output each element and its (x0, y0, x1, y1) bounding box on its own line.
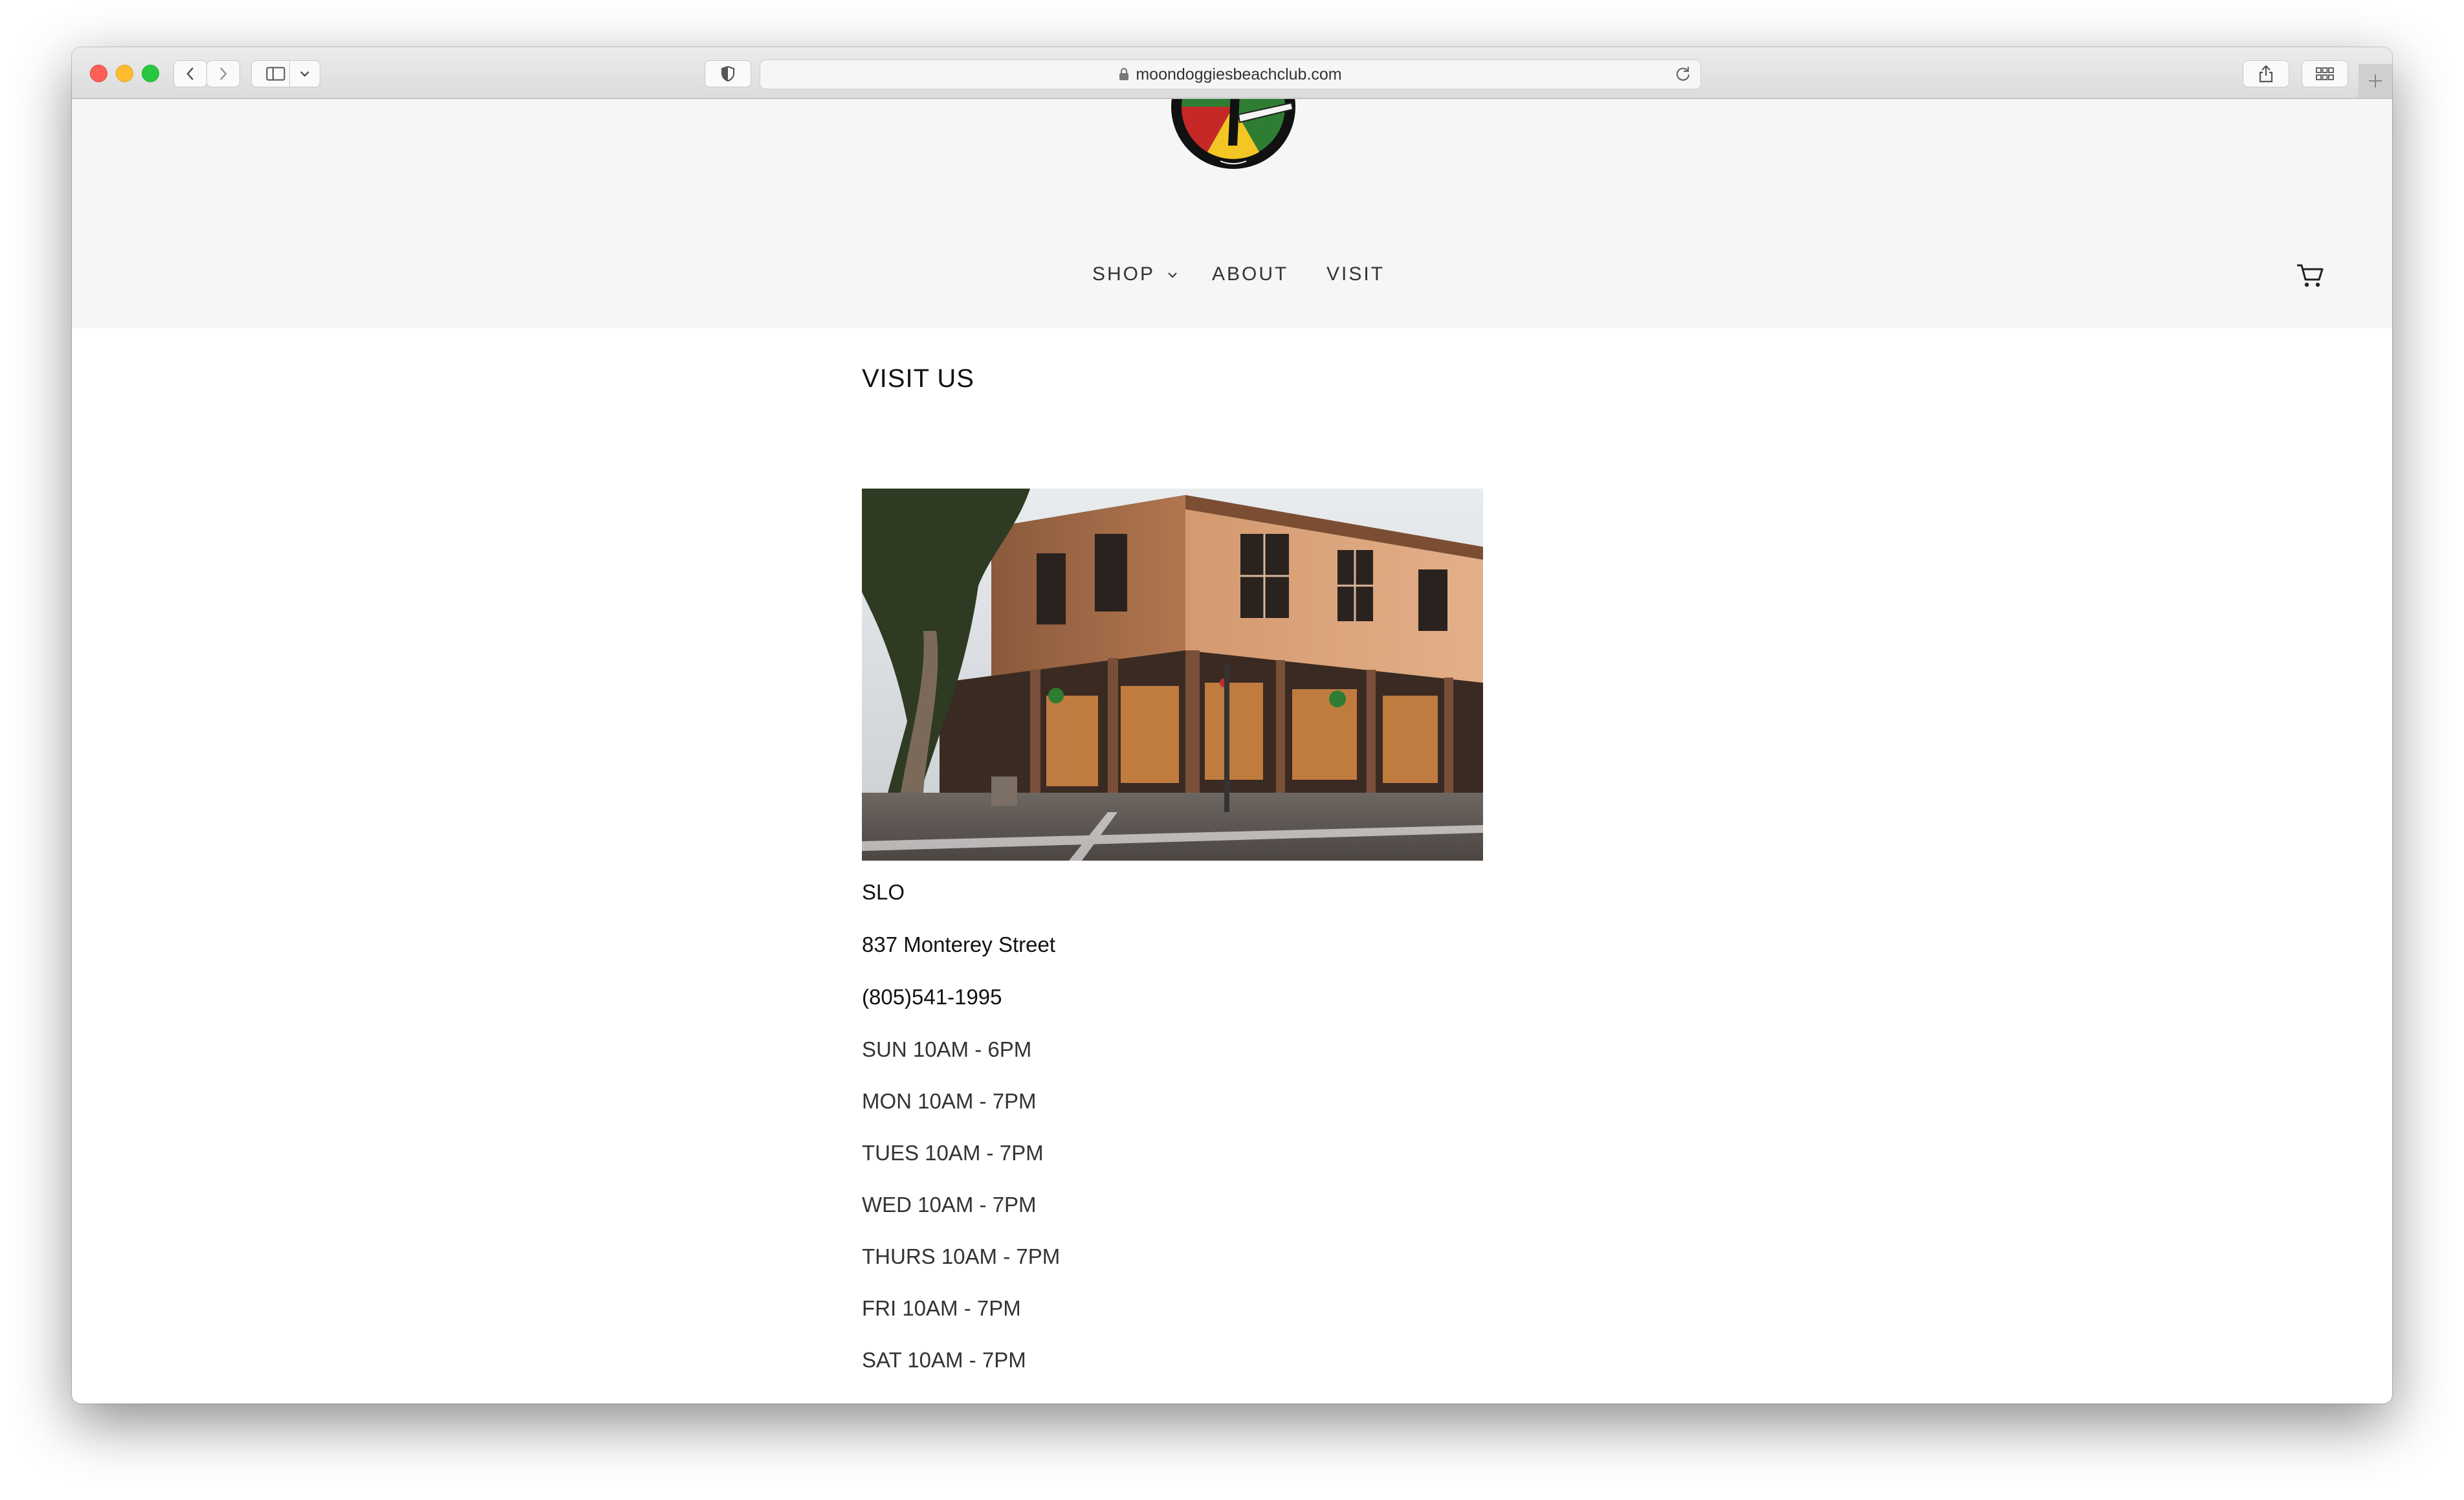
sidebar-icon (266, 67, 285, 81)
tab-overview-button[interactable] (2302, 60, 2348, 87)
reload-icon[interactable] (1675, 65, 1691, 87)
share-icon (2259, 65, 2273, 83)
sidebar-button[interactable] (251, 60, 320, 87)
hours-saturday: SAT 10AM - 7PM (862, 1348, 1026, 1372)
address-bar[interactable]: moondoggiesbeachclub.com (760, 60, 1701, 89)
location-phone[interactable]: (805)541-1995 (862, 985, 1002, 1009)
back-button[interactable] (173, 60, 207, 87)
minimize-window-button[interactable] (116, 65, 133, 82)
share-button[interactable] (2243, 60, 2289, 87)
storefront-photo (862, 489, 1483, 861)
hours-tuesday: TUES 10AM - 7PM (862, 1141, 1044, 1165)
nav-about[interactable]: ABOUT (1212, 263, 1288, 285)
location-address[interactable]: 837 Monterey Street (862, 932, 1055, 957)
nav-shop-label: SHOP (1092, 263, 1155, 285)
page-title: VISIT US (862, 364, 974, 393)
location-name: SLO (862, 880, 905, 904)
privacy-report-button[interactable] (705, 60, 751, 87)
hours-thursday: THURS 10AM - 7PM (862, 1244, 1061, 1268)
chevron-left-icon (186, 67, 193, 80)
hours-monday: MON 10AM - 7PM (862, 1089, 1037, 1113)
cart-icon (2297, 264, 2324, 287)
site-header: SHOP ABOUT VISIT (72, 99, 2392, 328)
hours-wednesday: WED 10AM - 7PM (862, 1193, 1037, 1217)
shield-icon (721, 65, 735, 82)
chevron-right-icon (220, 67, 227, 80)
new-tab-button[interactable] (2359, 64, 2392, 98)
site-logo[interactable] (1169, 99, 1298, 170)
plus-icon (2369, 74, 2382, 87)
chevron-down-icon (1168, 272, 1177, 278)
nav-visit[interactable]: VISIT (1326, 263, 1385, 285)
close-window-button[interactable] (90, 65, 107, 82)
url-text: moondoggiesbeachclub.com (1136, 65, 1342, 83)
tab-overview-icon (2316, 67, 2334, 80)
browser-window: moondoggiesbeachclub.com SHOP ABOUT VISI… (72, 47, 2392, 1404)
cart-button[interactable] (2296, 263, 2324, 292)
forward-button[interactable] (206, 60, 240, 87)
hours-friday: FRI 10AM - 7PM (862, 1296, 1021, 1320)
nav-shop[interactable]: SHOP (1092, 263, 1178, 285)
chevron-down-icon (300, 71, 309, 77)
lock-icon (1119, 68, 1129, 81)
browser-toolbar: moondoggiesbeachclub.com (72, 47, 2392, 99)
zoom-window-button[interactable] (142, 65, 159, 82)
hours-sunday: SUN 10AM - 6PM (862, 1037, 1032, 1061)
